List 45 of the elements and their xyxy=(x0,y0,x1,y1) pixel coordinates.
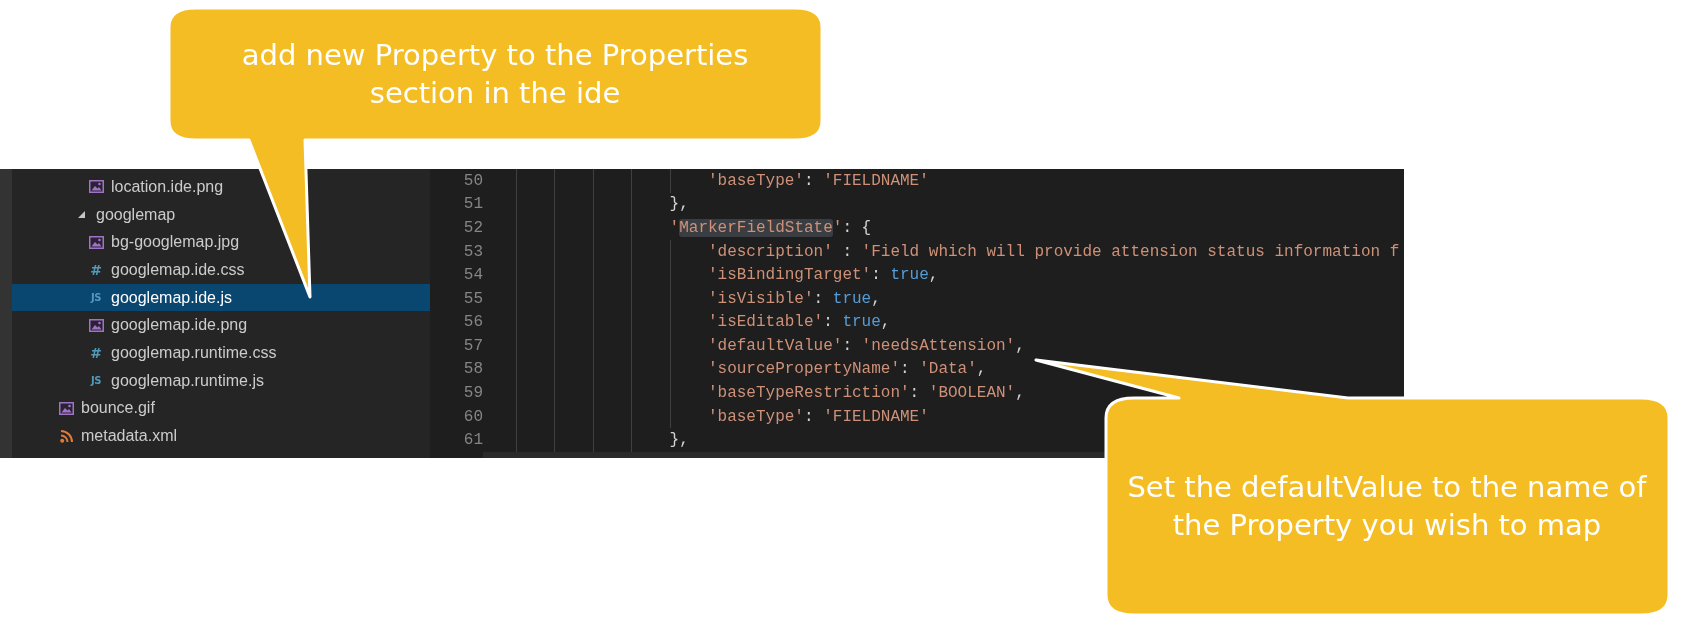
line-number: 54 xyxy=(463,266,483,285)
line-number: 50 xyxy=(463,171,483,190)
file-tree-item[interactable]: JS googlemap.runtime.js xyxy=(12,366,430,395)
image-file-icon xyxy=(88,180,104,194)
file-tree-item[interactable]: googlemap.ide.png xyxy=(12,311,430,340)
code-line: 'sourcePropertyName': 'Data', xyxy=(707,360,987,379)
folder-tree-item[interactable]: googlemap xyxy=(12,200,430,229)
line-number: 61 xyxy=(463,431,483,450)
line-number: 53 xyxy=(463,242,483,261)
file-tree-item[interactable]: bounce.gif xyxy=(12,394,430,423)
callout-text: add new Property to the Properties section in the ide xyxy=(240,37,750,112)
line-number: 60 xyxy=(463,407,483,426)
code-line: 'isVisible': true, xyxy=(707,289,881,308)
code-line: 'isBindingTarget': true, xyxy=(707,266,939,285)
js-file-icon: JS xyxy=(91,375,101,386)
file-tree-item[interactable]: bg-googlemap.jpg xyxy=(12,228,430,257)
code-line: 'baseTypeRestriction': 'BOOLEAN', xyxy=(707,384,1025,402)
file-tree-item[interactable]: # googlemap.runtime.css xyxy=(12,339,430,367)
code-line: 'defaultValue': 'needsAttension', xyxy=(707,336,1025,355)
line-number: 56 xyxy=(463,313,483,332)
caret-icon[interactable] xyxy=(77,211,85,219)
code-line: 'description' : 'Field which will provide attension status information f xyxy=(707,242,1400,261)
code-line: 'baseType': 'FIELDNAME' xyxy=(707,407,929,426)
image-file-icon xyxy=(88,235,104,249)
line-number: 59 xyxy=(463,384,483,402)
file-tree-item[interactable]: JS googlemap.ide.js xyxy=(12,283,430,312)
file-tree-item[interactable]: location.ide.png xyxy=(12,173,430,201)
file-tree-item[interactable]: # googlemap.ide.css xyxy=(12,256,430,284)
code-line: }, xyxy=(669,195,689,214)
js-file-icon: JS xyxy=(91,292,101,303)
line-number: 58 xyxy=(463,360,483,379)
rss-icon xyxy=(59,429,73,443)
image-file-icon xyxy=(58,401,74,415)
code-line: }, xyxy=(669,431,689,450)
callout-text: Set the defaultValue to the name of the Property you wish to map xyxy=(1126,469,1648,544)
line-number: 55 xyxy=(463,289,483,308)
file-tree-item[interactable]: metadata.xml xyxy=(12,422,430,450)
line-number: 51 xyxy=(463,195,483,214)
hash-file-icon: # xyxy=(90,345,102,360)
image-file-icon xyxy=(88,318,104,332)
code-line: 'isEditable': true, xyxy=(707,313,891,332)
line-number: 52 xyxy=(463,218,483,237)
hash-file-icon: # xyxy=(90,262,102,277)
code-line: 'baseType': 'FIELDNAME' xyxy=(707,171,929,190)
line-number: 57 xyxy=(463,336,483,355)
